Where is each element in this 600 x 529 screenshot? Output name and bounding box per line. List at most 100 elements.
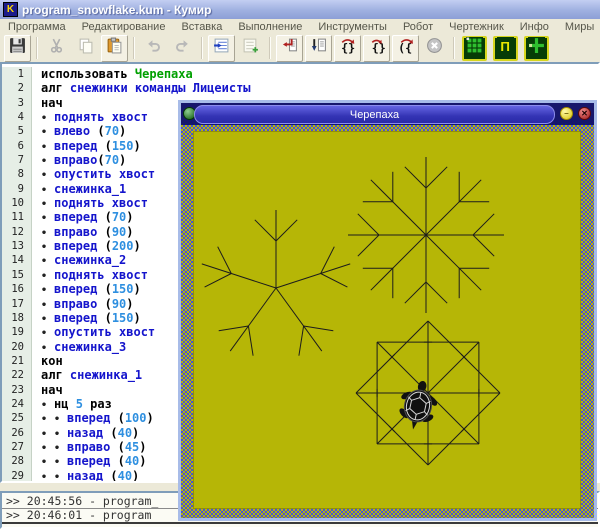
- menu-item-5[interactable]: Робот: [395, 21, 441, 33]
- code-text: •вперед (150): [32, 282, 141, 296]
- save-icon: [9, 37, 26, 59]
- line-number: 19: [2, 325, 32, 339]
- line-number: 27: [2, 440, 32, 454]
- line-number: 28: [2, 454, 32, 468]
- save-button[interactable]: [4, 35, 31, 62]
- line-number: 20: [2, 340, 32, 354]
- code-text: использовать Черепаха: [32, 67, 193, 81]
- toolbar-separator: [453, 37, 455, 59]
- line-number: 3: [2, 96, 32, 110]
- window-title: program_snowflake.kum - Кумир: [22, 3, 211, 17]
- line-number: 29: [2, 469, 32, 483]
- snowflake-drawing: [194, 132, 580, 508]
- toolbar-separator: [269, 37, 271, 59]
- code-text: •опустить хвост: [32, 167, 155, 181]
- minimize-icon[interactable]: –: [560, 107, 573, 120]
- menu-item-2[interactable]: Вставка: [173, 21, 230, 33]
- run-step-button[interactable]: [305, 35, 332, 62]
- step-into-button[interactable]: {}: [363, 35, 390, 62]
- line-number: 2: [2, 81, 32, 95]
- menu-item-4[interactable]: Инструменты: [310, 21, 395, 33]
- svg-text:{}: {}: [372, 41, 385, 54]
- line-number: 25: [2, 411, 32, 425]
- turtle-window-title: Черепаха: [194, 105, 555, 124]
- redo-icon: [174, 37, 191, 59]
- code-text: кон: [32, 354, 63, 368]
- copy-icon: [77, 37, 94, 59]
- turtle-window[interactable]: Черепаха – ✕: [178, 100, 597, 521]
- run-step-icon: [310, 37, 327, 59]
- line-number: 11: [2, 210, 32, 224]
- step-over-icon: {}: [339, 37, 356, 59]
- line-number: 18: [2, 311, 32, 325]
- code-text: •поднять хвост: [32, 196, 148, 210]
- menu-item-1[interactable]: Редактирование: [74, 21, 174, 33]
- svg-text:П: П: [500, 39, 510, 54]
- code-text: •вперед (150): [32, 139, 141, 153]
- step-over-button[interactable]: {}: [334, 35, 361, 62]
- toolbar-separator: [133, 37, 135, 59]
- code-text: нач: [32, 383, 63, 397]
- toolbar-separator: [36, 37, 38, 59]
- menu-item-6[interactable]: Чертежник: [441, 21, 512, 33]
- line-number: 12: [2, 225, 32, 239]
- run-program-button[interactable]: [276, 35, 303, 62]
- code-text: нач: [32, 96, 63, 110]
- line-number: 14: [2, 253, 32, 267]
- menu-item-3[interactable]: Выполнение: [230, 21, 310, 33]
- field-window-icon: П: [497, 37, 514, 59]
- insert-indent-button[interactable]: [208, 35, 235, 62]
- menu-item-8[interactable]: Миры: [557, 21, 600, 33]
- cut-button: [43, 35, 70, 62]
- undo-icon: [145, 37, 162, 59]
- indent-dot: •: [41, 471, 54, 483]
- code-text: •вправо (90): [32, 297, 134, 311]
- line-number: 5: [2, 124, 32, 138]
- code-text: •влево (70): [32, 124, 126, 138]
- grid-window-button[interactable]: [524, 36, 549, 61]
- code-text: •нц 5 раз: [32, 397, 112, 411]
- toolbar-separator: [201, 37, 203, 59]
- code-text: •вперед (70): [32, 210, 134, 224]
- line-number: 1: [2, 67, 32, 81]
- code-text: •вперед (150): [32, 311, 141, 325]
- code-text: •поднять хвост: [32, 110, 148, 124]
- close-icon[interactable]: ✕: [578, 107, 591, 120]
- stop-button: [421, 35, 448, 62]
- line-number: 17: [2, 297, 32, 311]
- line-number: 13: [2, 239, 32, 253]
- code-text: алг снежинка_1: [32, 368, 142, 382]
- field-window-button[interactable]: П: [493, 36, 518, 61]
- code-text: •снежинка_1: [32, 182, 126, 196]
- code-text: алг снежинки команды Лицеисты: [32, 81, 251, 95]
- robot-window-button[interactable]: [462, 36, 487, 61]
- code-line: 2алг снежинки команды Лицеисты: [2, 81, 598, 95]
- remove-indent-icon: [242, 37, 259, 59]
- menu-item-7[interactable]: Инфо: [512, 21, 557, 33]
- turtle-window-titlebar[interactable]: Черепаха – ✕: [181, 103, 594, 125]
- stop-icon: [426, 37, 443, 59]
- robot-window-icon: [466, 37, 483, 59]
- code-text: ••назад (40): [32, 426, 139, 440]
- paste-button[interactable]: [101, 35, 128, 62]
- step-into-icon: {}: [368, 37, 385, 59]
- code-text: •поднять хвост: [32, 268, 148, 282]
- line-number: 8: [2, 167, 32, 181]
- menubar: ПрограммаРедактированиеВставкаВыполнение…: [0, 19, 600, 35]
- line-number: 26: [2, 426, 32, 440]
- menu-item-0[interactable]: Программа: [0, 21, 74, 33]
- line-number: 10: [2, 196, 32, 210]
- code-text: ••вперед (100): [32, 411, 154, 425]
- step-out-button[interactable]: ({: [392, 35, 419, 62]
- line-number: 24: [2, 397, 32, 411]
- insert-indent-icon: [213, 37, 230, 59]
- app-icon: K: [3, 2, 18, 17]
- code-text: ••вправо (45): [32, 440, 147, 454]
- remove-indent-button: [237, 35, 264, 62]
- grid-window-icon: [528, 37, 545, 59]
- code-text: •вправо(70): [32, 153, 126, 167]
- step-out-icon: ({: [397, 37, 414, 59]
- line-number: 22: [2, 368, 32, 382]
- line-number: 15: [2, 268, 32, 282]
- window-titlebar[interactable]: K program_snowflake.kum - Кумир: [0, 0, 600, 19]
